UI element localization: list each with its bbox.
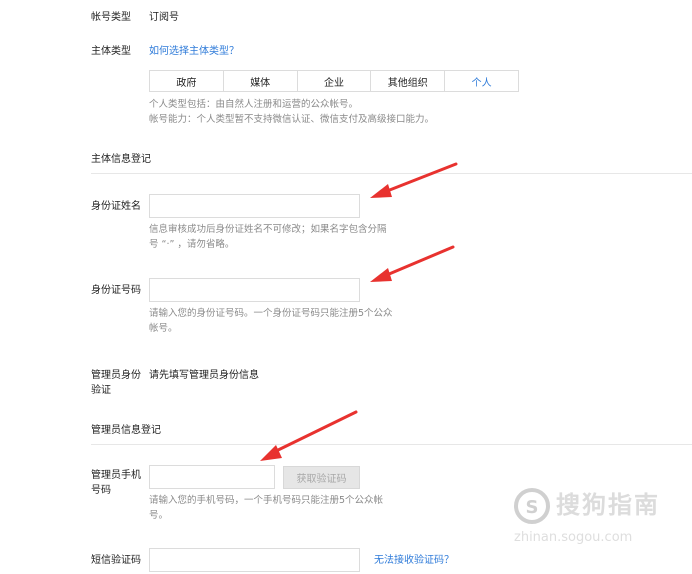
watermark-text: 搜狗指南: [556, 491, 660, 519]
svg-text:S: S: [526, 497, 539, 518]
sms-code-label: 短信验证码: [91, 555, 141, 566]
admin-info-divider: [91, 444, 692, 445]
how-to-choose-subject-link[interactable]: 如何选择主体类型？: [149, 44, 239, 60]
id-number-label: 身份证号码: [91, 285, 141, 296]
id-number-input[interactable]: [149, 278, 360, 302]
phone-label-line-1: 管理员手机: [91, 470, 141, 481]
account-type-value: 订阅号: [149, 12, 179, 23]
phone-hint-1: 请输入您的手机号码，一个手机号码只能注册5个公众帐: [149, 495, 384, 506]
subject-tab-government[interactable]: 政府: [150, 71, 224, 91]
subject-type-label: 主体类型: [91, 46, 131, 57]
id-name-input[interactable]: [149, 194, 360, 218]
subject-tab-personal[interactable]: 个人: [445, 71, 518, 91]
subject-type-hint-1: 个人类型包括：由自然人注册和运营的公众帐号。: [149, 99, 359, 110]
admin-info-section-title: 管理员信息登记: [91, 425, 161, 436]
subject-tab-enterprise[interactable]: 企业: [297, 71, 372, 91]
subject-tab-media[interactable]: 媒体: [223, 71, 298, 91]
arrow-to-id-name-icon: [370, 162, 458, 198]
account-type-label: 帐号类型: [91, 12, 131, 23]
phone-input[interactable]: [149, 465, 275, 489]
cannot-receive-code-link[interactable]: 无法接收验证码？: [374, 553, 454, 569]
arrow-to-phone-icon: [260, 410, 358, 461]
admin-verify-value: 请先填写管理员身份信息: [149, 370, 259, 381]
sms-code-input[interactable]: [149, 548, 360, 572]
subject-tab-other-org[interactable]: 其他组织: [371, 71, 446, 91]
watermark-url: zhinan.sogou.com: [514, 530, 633, 545]
id-name-label: 身份证姓名: [91, 201, 141, 212]
id-name-hint-2: 号 “·” ，请勿省略。: [149, 239, 235, 250]
subject-info-section-title: 主体信息登记: [91, 154, 151, 165]
get-verification-code-button[interactable]: 获取验证码: [283, 466, 360, 489]
admin-verify-label-line-2: 验证: [91, 385, 111, 396]
id-name-hint-1: 信息审核成功后身份证姓名不可修改；如果名字包含分隔: [149, 224, 387, 235]
arrow-to-id-number-icon: [370, 245, 455, 282]
subject-type-tabs: 政府 媒体 企业 其他组织 个人: [149, 70, 519, 92]
id-number-hint-2: 帐号。: [149, 323, 178, 334]
admin-verify-label-line-1: 管理员身份: [91, 370, 141, 381]
subject-type-hint-2: 帐号能力：个人类型暂不支持微信认证、微信支付及高级接口能力。: [149, 114, 435, 125]
phone-label-line-2: 号码: [91, 485, 111, 496]
id-number-hint-1: 请输入您的身份证号码。一个身份证号码只能注册5个公众: [149, 308, 393, 319]
phone-hint-2: 号。: [149, 510, 169, 521]
sogou-watermark: S 搜狗指南 zhinan.sogou.com: [512, 484, 682, 554]
